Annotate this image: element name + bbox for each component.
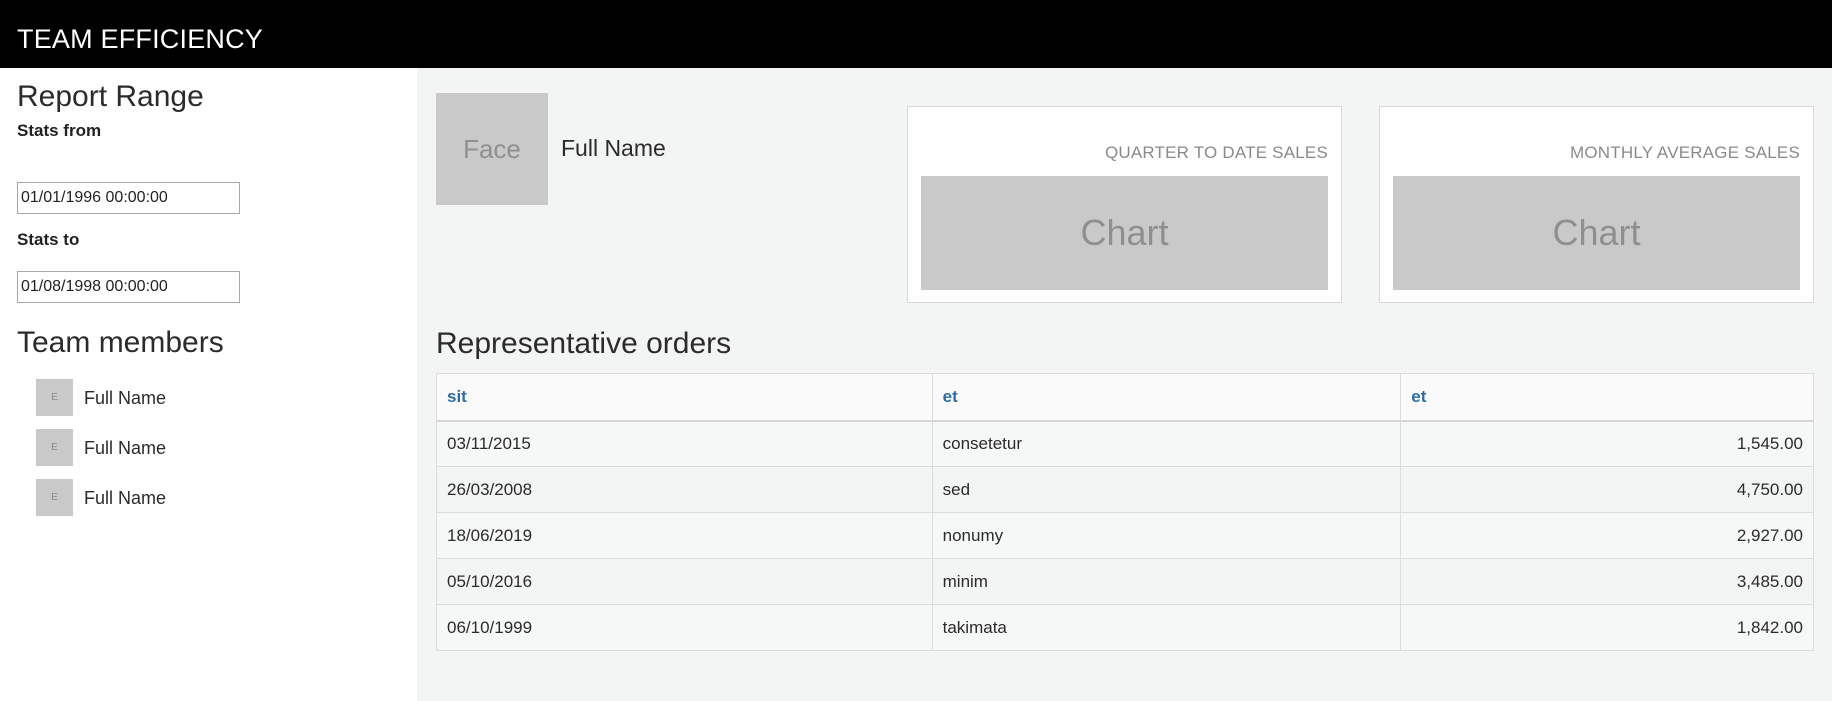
column-header[interactable]: et xyxy=(1400,373,1814,422)
amount-cell: 1,545.00 xyxy=(1400,420,1814,467)
text-cell: sed xyxy=(931,466,1402,513)
monthly-sales-card: MONTHLY AVERAGE SALES Chart xyxy=(1379,106,1814,303)
team-members-heading: Team members xyxy=(17,326,224,359)
text-cell: nonumy xyxy=(931,512,1402,559)
stats-to-input[interactable] xyxy=(17,271,240,303)
amount-cell: 2,927.00 xyxy=(1400,512,1814,559)
profile-name: Full Name xyxy=(561,135,666,161)
text-cell: consetetur xyxy=(931,420,1402,467)
table-row[interactable]: 06/10/1999 takimata 1,842.00 xyxy=(436,604,1814,651)
text-cell: takimata xyxy=(931,604,1402,651)
quarter-sales-card: QUARTER TO DATE SALES Chart xyxy=(907,106,1342,303)
amount-cell: 1,842.00 xyxy=(1400,604,1814,651)
amount-cell: 3,485.00 xyxy=(1400,558,1814,605)
member-name: Full Name xyxy=(84,438,167,458)
top-bar: TEAM EFFICIENCY xyxy=(0,0,1832,68)
column-header[interactable]: sit xyxy=(436,373,933,422)
date-cell: 18/06/2019 xyxy=(436,512,933,559)
member-name: Full Name xyxy=(84,388,167,408)
amount-cell: 4,750.00 xyxy=(1400,466,1814,513)
member-avatar: E xyxy=(36,429,73,466)
table-header-row: sit et et xyxy=(436,373,1814,422)
date-cell: 26/03/2008 xyxy=(436,466,933,513)
chart-placeholder: Chart xyxy=(921,176,1328,290)
member-avatar: E xyxy=(36,379,73,416)
face-placeholder: Face xyxy=(436,93,548,205)
card-title: QUARTER TO DATE SALES xyxy=(1104,143,1328,162)
date-cell: 03/11/2015 xyxy=(436,420,933,467)
team-member-item[interactable]: E Full Name xyxy=(36,429,336,467)
table-row[interactable]: 05/10/2016 minim 3,485.00 xyxy=(436,558,1814,605)
card-title: MONTHLY AVERAGE SALES xyxy=(1570,143,1800,162)
orders-table: sit et et 03/11/2015 consetetur 1,545.00… xyxy=(436,373,1814,651)
table-row[interactable]: 18/06/2019 nonumy 2,927.00 xyxy=(436,512,1814,559)
orders-title: Representative orders xyxy=(436,327,732,360)
sidebar: Report Range Stats from Stats to Team me… xyxy=(0,68,417,701)
main-content: Face Full Name QUARTER TO DATE SALES Cha… xyxy=(417,68,1832,701)
stats-from-label: Stats from xyxy=(17,121,102,140)
team-member-item[interactable]: E Full Name xyxy=(36,379,336,417)
chart-placeholder: Chart xyxy=(1393,176,1800,290)
report-range-heading: Report Range xyxy=(17,80,204,113)
stats-to-label: Stats to xyxy=(17,230,80,249)
member-name: Full Name xyxy=(84,488,167,508)
date-cell: 06/10/1999 xyxy=(436,604,933,651)
team-member-item[interactable]: E Full Name xyxy=(36,479,336,517)
app-title: TEAM EFFICIENCY xyxy=(17,24,264,54)
table-row[interactable]: 03/11/2015 consetetur 1,545.00 xyxy=(436,420,1814,467)
date-cell: 05/10/2016 xyxy=(436,558,933,605)
member-avatar: E xyxy=(36,479,73,516)
column-header[interactable]: et xyxy=(931,373,1402,422)
text-cell: minim xyxy=(931,558,1402,605)
table-row[interactable]: 26/03/2008 sed 4,750.00 xyxy=(436,466,1814,513)
stats-from-input[interactable] xyxy=(17,182,240,214)
